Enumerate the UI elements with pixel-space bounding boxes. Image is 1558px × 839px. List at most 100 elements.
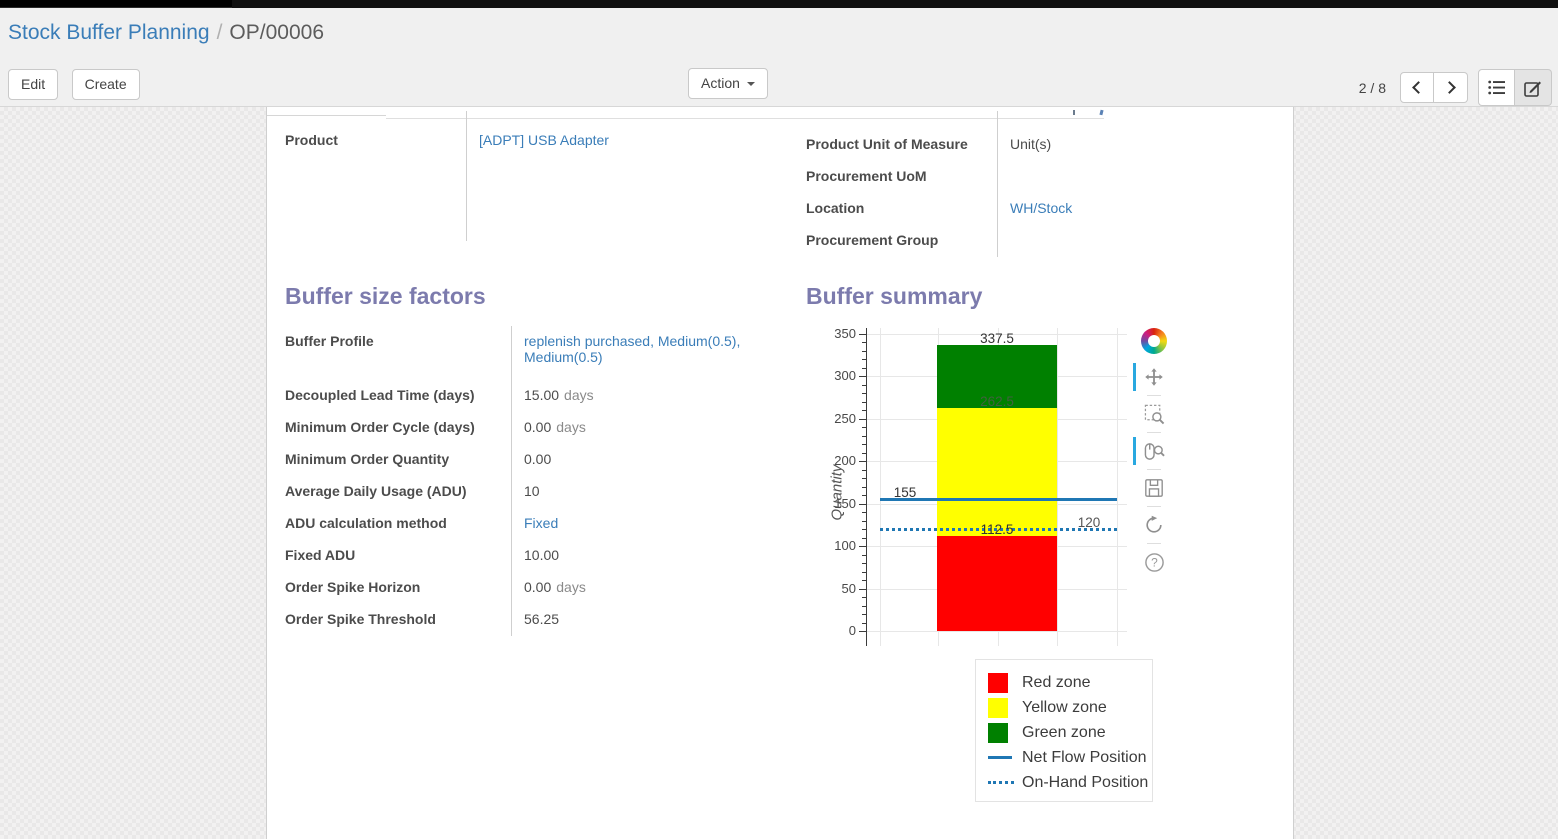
y-minor-tick [862,478,866,479]
fixed-adu-value: 10.00 [524,547,559,563]
y-tick-label: 350 [826,326,856,341]
wheel-zoom-icon [1144,441,1165,462]
y-major-tick [859,631,866,632]
pager-buttons [1400,72,1468,103]
view-switcher [1478,69,1552,106]
y-major-tick [859,546,866,547]
breadcrumb-parent-link[interactable]: Stock Buffer Planning [8,21,210,44]
green-zone-swatch [988,723,1022,743]
chevron-right-icon [1443,81,1456,94]
field-label-buffer-profile: Buffer Profile [285,326,511,380]
adu-value: 10 [524,483,540,499]
y-minor-tick [862,427,866,428]
y-minor-tick [862,402,866,403]
y-major-tick [859,419,866,420]
dlt-unit: days [564,387,594,403]
y-minor-tick [862,529,866,530]
y-minor-tick [862,580,866,581]
y-minor-tick [862,453,866,454]
pan-tool-button[interactable] [1139,362,1169,392]
pager-previous-button[interactable] [1400,72,1434,103]
create-button[interactable]: Create [72,69,140,100]
top-navbar-active-segment [0,0,232,8]
box-zoom-icon [1144,404,1165,425]
help-tool-button[interactable]: ? [1139,547,1169,577]
field-label-adu: Average Daily Usage (ADU) [285,476,511,508]
location-link[interactable]: WH/Stock [1010,200,1072,216]
help-icon: ? [1144,552,1165,573]
field-label-product: Product [285,125,466,157]
list-view-button[interactable] [1478,69,1515,106]
y-minor-tick [862,444,866,445]
y-minor-tick [862,572,866,573]
chart-annotation: 337.5 [980,331,1014,346]
legend-label: Yellow zone [1022,699,1107,717]
y-minor-tick [862,393,866,394]
buffer-summary-title: Buffer summary [806,283,1275,310]
y-minor-tick [862,555,866,556]
caret-down-icon [747,82,755,86]
list-icon [1488,80,1506,95]
legend-item: Net Flow Position [988,745,1152,770]
page: Stock Buffer Planning/OP/00006 Edit Crea… [0,0,1558,839]
chart-annotation: 120 [1078,515,1101,530]
adu-method-link[interactable]: Fixed [524,515,558,531]
on-hand-dotted-swatch [988,781,1022,784]
edit-button[interactable]: Edit [8,69,58,100]
bokeh-logo[interactable] [1141,328,1167,354]
reset-icon [1144,515,1164,535]
save-tool-button[interactable] [1139,473,1169,503]
product-uom-value: Unit(s) [1010,136,1051,152]
action-dropdown: Action [688,68,768,99]
top-navbar [0,0,1558,8]
y-tick-label: 200 [826,453,856,468]
pager-value: 2 / 8 [1359,80,1386,96]
legend-label: On-Hand Position [1022,774,1148,792]
breadcrumb-separator: / [210,21,230,44]
pager-and-views: 2 / 8 [1359,69,1552,106]
y-minor-tick [862,359,866,360]
svg-text:?: ? [1151,555,1158,569]
control-panel: Stock Buffer Planning/OP/00006 Edit Crea… [0,8,1558,107]
form-view-button[interactable] [1515,69,1552,106]
buffer-size-factors-title: Buffer size factors [285,283,806,310]
x-gridline [880,328,881,646]
red-zone [937,536,1057,631]
min-order-cycle-unit: days [556,419,586,435]
field-label-dlt: Decoupled Lead Time (days) [285,380,511,412]
wheel-zoom-tool-button[interactable] [1139,436,1169,466]
y-tick-label: 150 [826,496,856,511]
chart-legend: Red zoneYellow zoneGreen zoneNet Flow Po… [975,659,1153,802]
y-tick-label: 50 [826,581,856,596]
box-zoom-tool-button[interactable] [1139,399,1169,429]
action-button[interactable]: Action [688,68,768,99]
y-minor-tick [862,410,866,411]
field-label-location: Location [806,193,997,225]
y-minor-tick [862,521,866,522]
net-flow-line-swatch [988,756,1022,759]
buffer-profile-link[interactable]: replenish purchased, Medium(0.5), Medium… [524,333,740,365]
pan-icon [1144,367,1164,387]
field-label-product-uom: Product Unit of Measure [806,129,997,161]
legend-label: Net Flow Position [1022,749,1147,767]
y-minor-tick [862,495,866,496]
y-axis-line [866,328,867,646]
y-major-tick [859,334,866,335]
y-minor-tick [862,487,866,488]
breadcrumb-current: OP/00006 [229,21,324,44]
pager-next-button[interactable] [1434,72,1468,103]
chevron-left-icon [1412,81,1425,94]
product-link[interactable]: [ADPT] USB Adapter [479,132,609,148]
y-minor-tick [862,436,866,437]
field-label-fixed-adu: Fixed ADU [285,540,511,572]
chart-annotation: 155 [894,485,917,500]
y-minor-tick [862,623,866,624]
reset-tool-button[interactable] [1139,510,1169,540]
bokeh-toolbar: ? [1139,326,1169,577]
legend-label: Red zone [1022,674,1091,692]
spike-horizon-unit: days [556,579,586,595]
legend-item: Red zone [988,670,1152,695]
field-label-min-order-cycle: Minimum Order Cycle (days) [285,412,511,444]
clipped-row-border [267,115,386,116]
y-minor-tick [862,470,866,471]
